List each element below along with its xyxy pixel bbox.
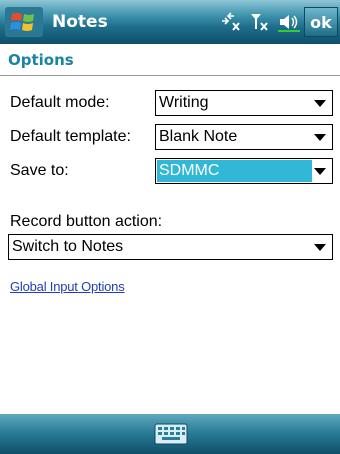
save-to-value: SDMMC: [159, 162, 220, 179]
record-action-dropdown[interactable]: Switch to Notes: [8, 234, 333, 260]
record-action-value: Switch to Notes: [12, 238, 124, 255]
save-to-dropdown[interactable]: SDMMC: [155, 158, 333, 184]
chevron-down-icon[interactable]: [314, 168, 326, 175]
app-title: Notes: [52, 12, 108, 32]
default-mode-label: Default mode:: [10, 94, 110, 111]
status-icons: [220, 10, 300, 34]
default-mode-dropdown[interactable]: Writing: [155, 90, 333, 116]
chevron-down-icon[interactable]: [314, 244, 326, 251]
save-to-label: Save to:: [10, 162, 69, 179]
chevron-down-icon[interactable]: [314, 134, 326, 141]
speaker-icon[interactable]: [278, 12, 300, 32]
default-mode-value: Writing: [159, 94, 209, 111]
default-template-label: Default template:: [10, 128, 131, 145]
windows-start-icon[interactable]: [5, 7, 43, 37]
title-bar: Notes ok: [0, 0, 340, 44]
page-title: Options: [8, 51, 74, 69]
keyboard-icon[interactable]: [154, 422, 188, 446]
default-template-dropdown[interactable]: Blank Note: [155, 124, 333, 150]
bottom-bar: [0, 414, 340, 454]
ok-button[interactable]: ok: [304, 7, 338, 37]
global-input-options-link[interactable]: Global Input Options: [10, 279, 125, 294]
default-template-value: Blank Note: [159, 128, 238, 145]
signal-icon[interactable]: [250, 12, 270, 32]
page-header: Options: [0, 44, 340, 76]
record-action-label: Record button action:: [10, 213, 163, 230]
connectivity-icon[interactable]: [220, 12, 242, 32]
chevron-down-icon[interactable]: [314, 100, 326, 107]
